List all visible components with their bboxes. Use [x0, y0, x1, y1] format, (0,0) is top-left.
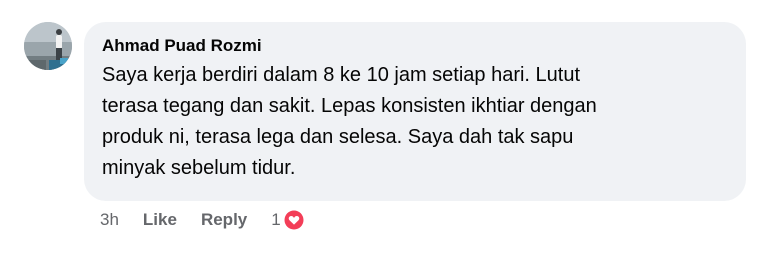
- comment-timestamp[interactable]: 3h: [100, 210, 119, 230]
- comment-actions: 3h Like Reply 1: [100, 208, 306, 232]
- comment-author[interactable]: Ahmad Puad Rozmi: [102, 35, 728, 57]
- like-button[interactable]: Like: [143, 210, 177, 230]
- comment-bubble: Ahmad Puad Rozmi Saya kerja berdiri dala…: [84, 22, 746, 201]
- reaction-summary[interactable]: 1: [271, 208, 305, 232]
- comment-text-line: Saya kerja berdiri dalam 8 ke 10 jam set…: [102, 64, 581, 86]
- comment-text: Saya kerja berdiri dalam 8 ke 10 jam set…: [102, 60, 728, 184]
- heart-icon: [282, 208, 306, 232]
- avatar-photo: [24, 22, 72, 70]
- comment-text-line: minyak sebelum tidur.: [102, 157, 296, 179]
- comment-text-line: terasa tegang dan sakit. Lepas konsisten…: [102, 95, 597, 117]
- comment-card: Ahmad Puad Rozmi Saya kerja berdiri dala…: [0, 0, 768, 256]
- comment-text-line: produk ni, terasa lega dan selesa. Saya …: [102, 126, 574, 148]
- avatar[interactable]: [24, 22, 72, 70]
- reaction-count: 1: [271, 210, 281, 229]
- reply-button[interactable]: Reply: [201, 210, 247, 230]
